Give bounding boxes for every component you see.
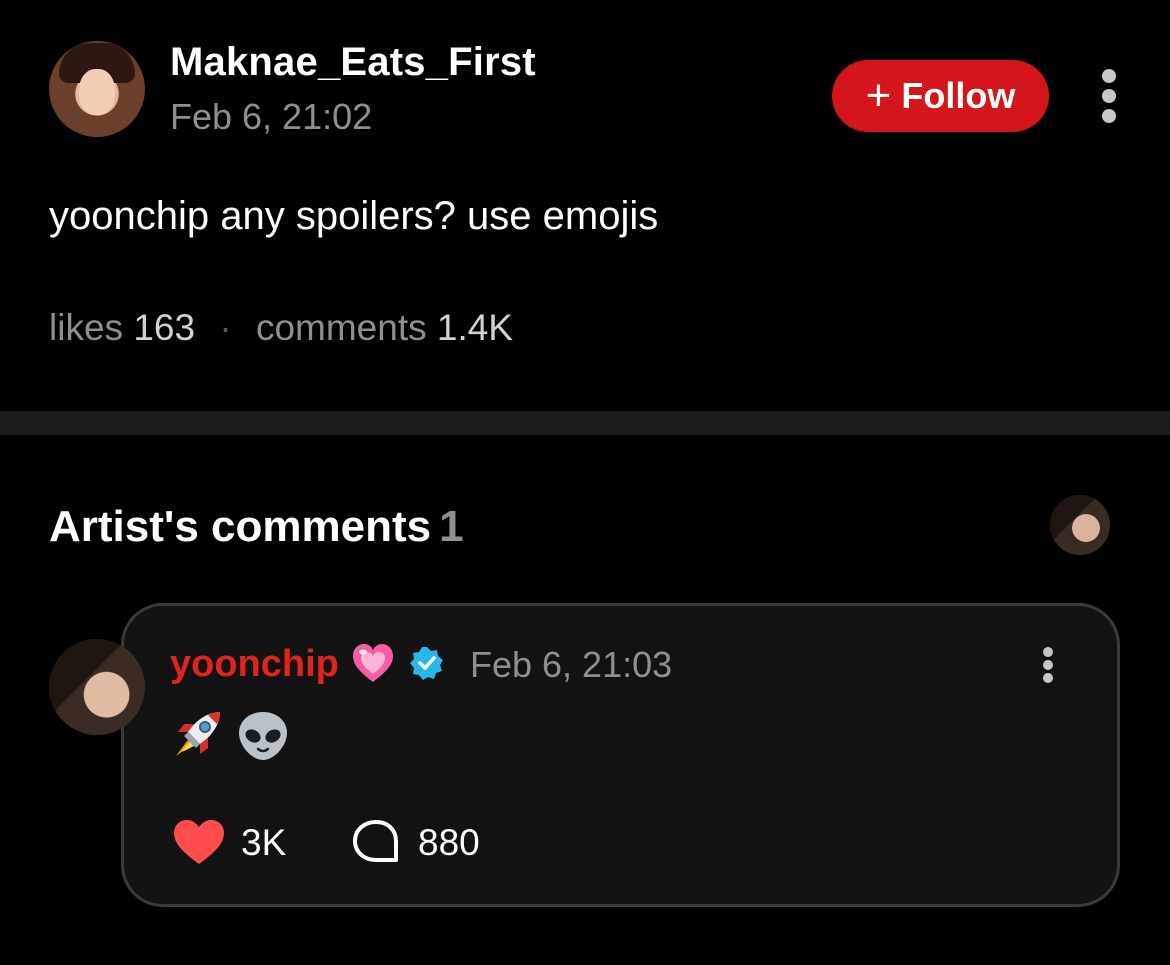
- likes-count: 163: [133, 307, 196, 348]
- avatar-hair: [49, 639, 145, 735]
- comment-reply-count: 880: [418, 822, 480, 863]
- comment-author-name[interactable]: yoonchip: [170, 643, 339, 686]
- comment-more-options-icon[interactable]: [1043, 647, 1055, 683]
- comment-like-count: 3K: [241, 822, 287, 863]
- section-divider: [0, 411, 1170, 435]
- artist-comments-heading: Artist's comments 1: [49, 502, 464, 552]
- post-stats: likes 163 · comments 1.4K: [49, 307, 513, 349]
- author-name[interactable]: Maknae_Eats_First: [170, 40, 536, 85]
- post-more-options-icon[interactable]: [1102, 69, 1116, 123]
- post-timestamp: Feb 6, 21:02: [170, 96, 373, 137]
- avatar-face: [79, 69, 115, 115]
- author-avatar[interactable]: [49, 41, 145, 137]
- plus-icon: +: [865, 71, 892, 120]
- alien-emoji: [239, 712, 287, 760]
- follow-label: Follow: [901, 75, 1016, 116]
- likes-label: likes: [49, 307, 124, 348]
- comments-count[interactable]: 1.4K: [437, 307, 513, 348]
- follow-button[interactable]: + Follow: [832, 60, 1049, 132]
- like-heart-icon[interactable]: [172, 818, 226, 866]
- stats-separator: ·: [219, 307, 232, 348]
- avatar-hair: [1050, 495, 1110, 555]
- comments-label[interactable]: comments: [256, 307, 427, 348]
- rocket-emoji: [176, 712, 220, 756]
- pink-heart-emoji: [353, 644, 393, 682]
- artist-avatar-small[interactable]: [1050, 495, 1110, 555]
- verified-badge-icon: [410, 647, 443, 680]
- commenter-avatar[interactable]: [49, 639, 145, 735]
- artist-comments-title: Artist's comments: [49, 502, 432, 551]
- artist-comments-count: 1: [439, 502, 464, 551]
- post-body-text: yoonchip any spoilers? use emojis: [49, 194, 659, 238]
- reply-bubble-icon[interactable]: [350, 818, 402, 866]
- comment-timestamp: Feb 6, 21:03: [470, 644, 673, 685]
